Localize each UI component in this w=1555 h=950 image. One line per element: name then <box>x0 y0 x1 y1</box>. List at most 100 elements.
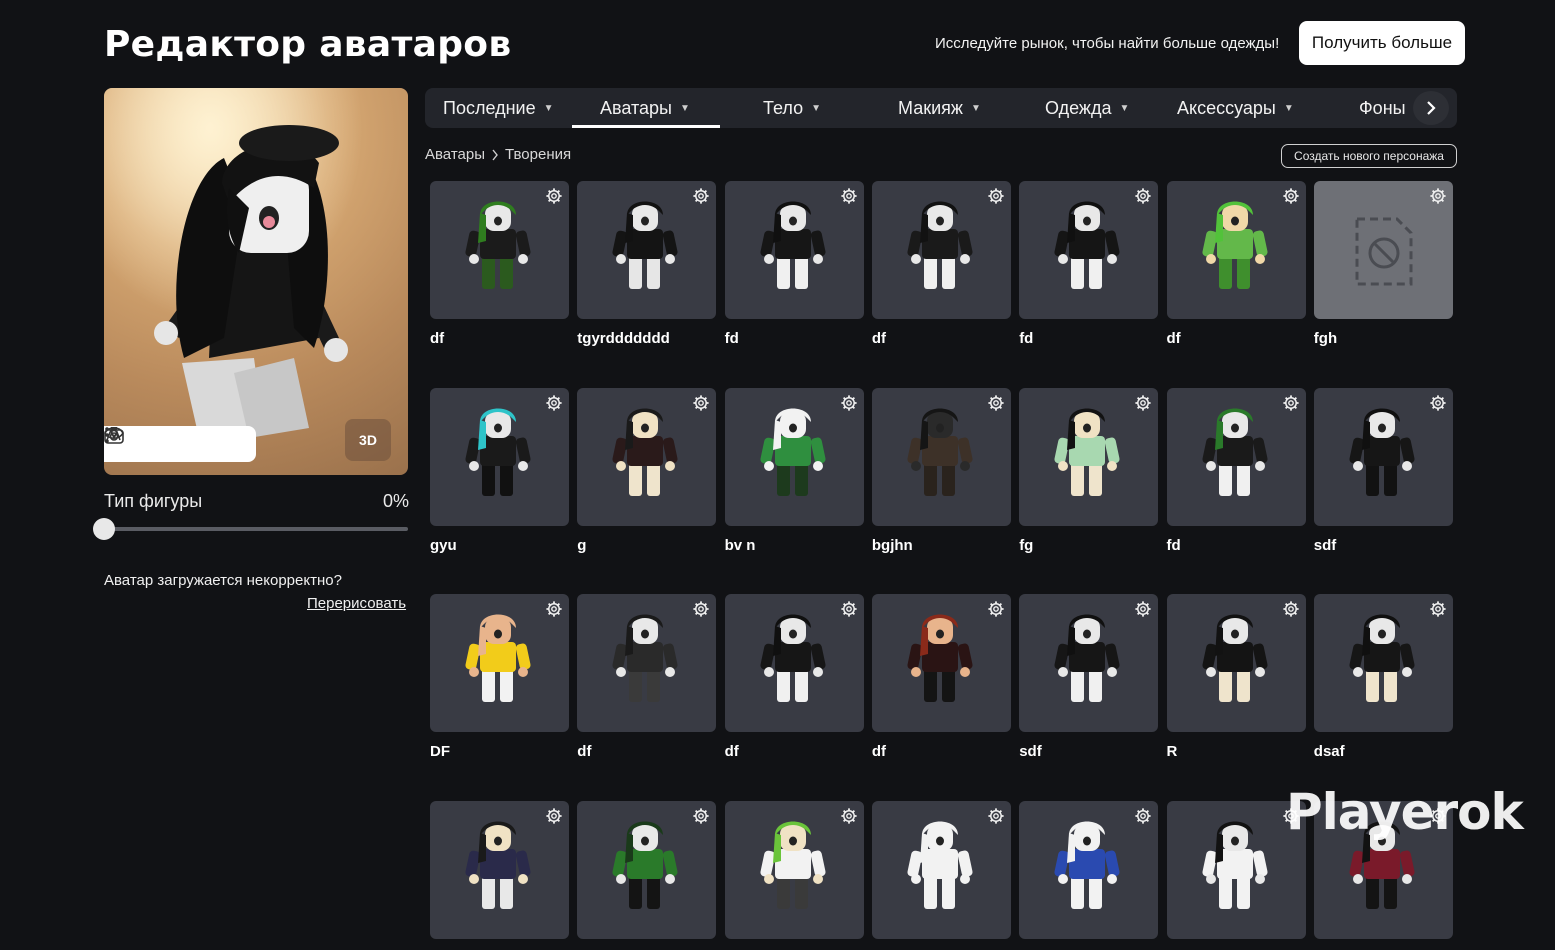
redraw-link[interactable]: Перерисовать <box>307 595 406 612</box>
outfit-thumbnail[interactable] <box>1166 594 1306 733</box>
outfit-thumbnail[interactable] <box>871 387 1011 526</box>
outfit-card[interactable]: df <box>871 594 1011 760</box>
outfit-thumbnail[interactable] <box>577 801 717 940</box>
outfit-card[interactable]: df <box>871 181 1011 347</box>
outfit-card[interactable] <box>577 801 717 950</box>
outfit-card[interactable] <box>430 801 569 950</box>
gear-icon[interactable] <box>987 394 1005 412</box>
outfit-thumbnail[interactable] <box>1313 181 1453 319</box>
gear-icon[interactable] <box>545 807 563 825</box>
tab-body[interactable]: Тело ▼ <box>763 88 821 128</box>
gear-icon[interactable] <box>1134 187 1152 205</box>
gear-icon[interactable] <box>840 807 858 825</box>
outfit-thumbnail[interactable] <box>1019 387 1159 526</box>
outfit-card[interactable]: sdf <box>1313 387 1453 554</box>
gear-icon[interactable] <box>840 394 858 412</box>
outfit-card[interactable]: fd <box>1019 181 1159 347</box>
gear-icon[interactable] <box>987 600 1005 618</box>
gear-icon[interactable] <box>1429 394 1447 412</box>
tab-accessories[interactable]: Аксессуары ▼ <box>1177 88 1294 128</box>
gear-icon[interactable] <box>692 807 710 825</box>
gear-icon[interactable] <box>545 187 563 205</box>
body-type-slider-thumb[interactable] <box>93 518 115 540</box>
outfit-card[interactable] <box>1019 801 1159 950</box>
outfit-card[interactable]: fg <box>1019 387 1159 554</box>
get-more-button[interactable]: Получить больше <box>1299 21 1465 65</box>
outfit-thumbnail[interactable] <box>1166 181 1306 319</box>
gear-icon[interactable] <box>1282 394 1300 412</box>
outfit-thumbnail[interactable] <box>430 387 569 526</box>
gear-icon[interactable] <box>1134 394 1152 412</box>
outfit-card[interactable]: gyu <box>430 387 569 554</box>
outfit-card[interactable]: fd <box>724 181 864 347</box>
gear-icon[interactable] <box>1282 187 1300 205</box>
breadcrumb-root[interactable]: Аватары <box>425 146 485 163</box>
outfit-thumbnail[interactable] <box>871 594 1011 733</box>
camera-icon[interactable] <box>104 427 212 455</box>
view-3d-button[interactable]: 3D <box>345 419 391 461</box>
avatar-preview[interactable]: 3D <box>104 88 408 475</box>
outfit-thumbnail[interactable] <box>1313 594 1453 733</box>
outfit-thumbnail[interactable] <box>724 801 864 940</box>
tab-recent[interactable]: Последние ▼ <box>443 88 553 128</box>
outfit-thumbnail[interactable] <box>577 387 717 526</box>
gear-icon[interactable] <box>545 394 563 412</box>
outfit-thumbnail[interactable] <box>1313 387 1453 526</box>
gear-icon[interactable] <box>1282 600 1300 618</box>
tab-avatars[interactable]: Аватары ▼ <box>600 88 690 128</box>
outfit-thumbnail[interactable] <box>724 181 864 319</box>
outfit-thumbnail[interactable] <box>871 801 1011 940</box>
outfit-thumbnail[interactable] <box>1019 181 1159 319</box>
outfit-card[interactable]: bv n <box>724 387 864 554</box>
outfit-card[interactable]: R <box>1166 594 1306 760</box>
outfit-thumbnail[interactable] <box>1166 801 1306 940</box>
outfit-card[interactable] <box>871 801 1011 950</box>
outfit-thumbnail[interactable] <box>430 594 569 733</box>
tabs-next-button[interactable] <box>1413 91 1449 125</box>
create-new-character-button[interactable]: Создать нового персонажа <box>1281 144 1457 168</box>
outfit-thumbnail[interactable] <box>724 594 864 733</box>
gear-icon[interactable] <box>692 600 710 618</box>
outfit-card[interactable]: df <box>577 594 717 760</box>
outfit-thumbnail[interactable] <box>577 594 717 733</box>
tab-clothing[interactable]: Одежда ▼ <box>1045 88 1129 128</box>
gear-icon[interactable] <box>545 600 563 618</box>
eye-icon[interactable] <box>104 426 176 455</box>
gear-icon[interactable] <box>1134 807 1152 825</box>
outfit-card[interactable] <box>1166 801 1306 950</box>
outfit-card[interactable]: dsaf <box>1313 594 1453 760</box>
outfit-card[interactable]: fgh <box>1313 181 1453 347</box>
tab-makeup[interactable]: Макияж ▼ <box>898 88 981 128</box>
outfit-thumbnail[interactable] <box>1019 594 1159 733</box>
outfit-card[interactable]: g <box>577 387 717 554</box>
outfit-card[interactable]: df <box>724 594 864 760</box>
outfit-thumbnail[interactable] <box>430 801 569 940</box>
gear-icon[interactable] <box>840 187 858 205</box>
gear-icon[interactable] <box>987 807 1005 825</box>
outfit-card[interactable] <box>724 801 864 950</box>
outfit-thumbnail[interactable] <box>577 181 717 319</box>
outfit-thumbnail[interactable] <box>430 181 569 319</box>
gear-icon[interactable] <box>1429 187 1447 205</box>
outfit-card[interactable]: DF <box>430 594 569 760</box>
outfit-card[interactable]: fd <box>1166 387 1306 554</box>
gear-icon[interactable] <box>1134 600 1152 618</box>
outfit-thumbnail[interactable] <box>1166 387 1306 526</box>
body-type-slider-track[interactable] <box>104 527 408 531</box>
outfit-card[interactable]: sdf <box>1019 594 1159 760</box>
outfit-card[interactable]: bgjhn <box>871 387 1011 554</box>
outfit-card[interactable]: df <box>1166 181 1306 347</box>
outfit-thumbnail[interactable] <box>871 181 1011 319</box>
gear-icon[interactable] <box>1429 600 1447 618</box>
gear-icon[interactable] <box>987 187 1005 205</box>
tab-backgrounds[interactable]: Фоны <box>1359 88 1406 128</box>
gear-icon[interactable] <box>692 394 710 412</box>
tab-label: Последние <box>443 97 536 118</box>
gear-icon[interactable] <box>692 187 710 205</box>
outfit-thumbnail[interactable] <box>724 387 864 526</box>
outfit-card[interactable]: tgyrddddddd <box>577 181 717 347</box>
more-icon[interactable] <box>105 427 248 455</box>
outfit-thumbnail[interactable] <box>1019 801 1159 940</box>
outfit-card[interactable]: df <box>430 181 569 347</box>
gear-icon[interactable] <box>840 600 858 618</box>
